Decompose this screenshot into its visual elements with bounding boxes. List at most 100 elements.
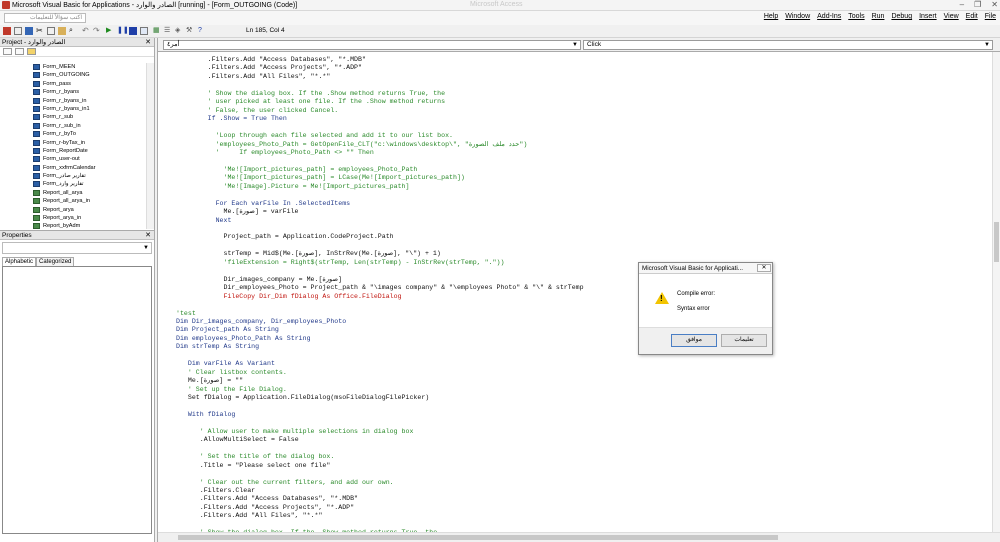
menu-edit[interactable]: Edit [966, 13, 978, 20]
menu-tools[interactable]: Tools [848, 13, 864, 20]
menu-add-ins[interactable]: Add-Ins [817, 13, 841, 20]
tree-item[interactable]: Form_r_sub [0, 113, 147, 121]
tab-alphabetic[interactable]: Alphabetic [2, 257, 37, 266]
insert-module-icon[interactable] [14, 27, 22, 35]
redo-icon[interactable]: ↷ [93, 27, 101, 35]
find-icon[interactable]: ⌕ [69, 27, 77, 35]
tree-item-label: Form_r_byTo [43, 131, 76, 138]
menu-window[interactable]: Window [785, 13, 810, 20]
tab-categorized[interactable]: Categorized [36, 257, 75, 266]
undo-icon[interactable]: ↶ [82, 27, 90, 35]
tree-item[interactable]: Report_all_arya [0, 189, 147, 197]
menu-insert[interactable]: Insert [919, 13, 937, 20]
tree-item[interactable]: Form_تقارير صادر [0, 172, 147, 180]
copy-icon[interactable] [47, 27, 55, 35]
vba-app-icon [2, 1, 10, 9]
code-line: 'Me![Image].Picture = Me![Import_picture… [176, 182, 410, 190]
tree-item[interactable]: Report_byAdm [0, 222, 147, 229]
tree-item[interactable]: Form_r-byTax_in [0, 139, 147, 147]
tree-item[interactable]: Form_OUTGOING [0, 71, 147, 79]
menu-help[interactable]: Help [764, 13, 778, 20]
form-icon [33, 156, 40, 163]
tree-item-label: Form_OUTGOING [43, 72, 90, 79]
project-explorer-icon[interactable]: ▦ [153, 27, 161, 35]
form-icon [33, 89, 40, 96]
toggle-folders-button[interactable] [27, 48, 36, 55]
scrollbar-thumb[interactable] [178, 535, 778, 540]
maximize-button[interactable]: ❐ [974, 0, 981, 9]
close-icon[interactable]: ✕ [145, 231, 151, 240]
tree-item[interactable]: Form_pass [0, 80, 147, 88]
object-selector[interactable]: ▼ [2, 242, 152, 254]
cut-icon[interactable]: ✂ [36, 27, 44, 35]
properties-window-icon[interactable]: ☰ [164, 27, 172, 35]
view-access-icon[interactable] [3, 27, 11, 35]
close-button[interactable]: ✕ [991, 0, 998, 9]
run-icon[interactable]: ▶ [106, 27, 114, 35]
form-icon [33, 131, 40, 138]
properties-window: Properties ✕ ▼ Alphabetic Categorized [0, 230, 155, 542]
ok-button[interactable]: موافق [671, 334, 717, 347]
code-line: Me.[صورة] = varFile [176, 208, 299, 216]
tree-item[interactable]: Form_r_byans_in [0, 97, 147, 105]
menu-run[interactable]: Run [872, 13, 885, 20]
properties-list[interactable] [2, 266, 152, 534]
object-combo[interactable]: أمر٤ ▼ [163, 40, 581, 50]
code-line: Me.[صورة] = "" [176, 377, 244, 385]
code-line: ' Clear listbox contents. [176, 368, 287, 376]
reset-icon[interactable] [129, 27, 137, 35]
view-object-button[interactable] [15, 48, 24, 55]
save-icon[interactable] [25, 27, 33, 35]
code-vertical-scrollbar[interactable] [992, 52, 1000, 532]
view-code-button[interactable] [3, 48, 12, 55]
tree-item[interactable]: Form_r_byans_in1 [0, 105, 147, 113]
tree-item[interactable]: Form_MEEN [0, 63, 147, 71]
code-line: ' False, the user clicked Cancel. [176, 106, 339, 114]
help-icon[interactable]: ? [198, 27, 206, 35]
menu-file[interactable]: File [985, 13, 996, 20]
tree-item[interactable]: Form_xxfrmCalendar [0, 164, 147, 172]
dialog-close-button[interactable]: ✕ [757, 264, 771, 272]
tree-item[interactable]: Form_user-out [0, 155, 147, 163]
code-line: 'Me![Import_pictures_path] = LCase(Me![I… [176, 174, 465, 182]
code-line: Dim strTemp As String [176, 343, 260, 351]
tree-item[interactable]: Form_r_byTo [0, 130, 147, 138]
window-title: Microsoft Visual Basic for Applications … [12, 2, 298, 9]
tree-item[interactable]: Form_r_sub_in [0, 122, 147, 130]
code-line: 'employees_Photo_Path = GetOpenFile_CLT(… [176, 140, 528, 148]
code-line: .Filters.Add "All Files", "*.*" [176, 72, 331, 80]
close-icon[interactable]: ✕ [145, 38, 151, 47]
tree-item-label: Form_r_sub_in [43, 122, 81, 129]
help-button[interactable]: تعليمات [721, 334, 767, 347]
code-line: ' user picked at least one file. If the … [176, 98, 446, 106]
menu-debug[interactable]: Debug [891, 13, 912, 20]
error-detail: Syntax error [677, 306, 710, 312]
tree-item[interactable]: Form_تقارير وارد [0, 180, 147, 188]
toolbox-icon[interactable]: ⚒ [186, 27, 194, 35]
procedure-combo[interactable]: Click ▼ [583, 40, 993, 50]
scrollbar-thumb[interactable] [994, 222, 999, 262]
code-horizontal-scrollbar[interactable] [158, 532, 1000, 542]
dialog-body: ! Compile error: Syntax error [639, 274, 772, 327]
code-editor[interactable]: .Filters.Add "Access Databases", "*.MDB"… [158, 52, 993, 532]
compile-error-dialog: Microsoft Visual Basic for Applicati... … [638, 262, 773, 355]
menu-view[interactable]: View [944, 13, 959, 20]
tree-item[interactable]: Report_arya [0, 206, 147, 214]
form-icon [33, 72, 40, 79]
code-line: Dir_employees_Photo = Project_path & "\i… [176, 284, 584, 292]
code-line: Dim Dir_images_company, Dir_employees_Ph… [176, 317, 347, 325]
tree-item[interactable]: Form_r_byans [0, 88, 147, 96]
minimize-button[interactable]: – [960, 0, 964, 9]
ask-question-input[interactable]: اكتب سؤالاً للتعليمات [4, 13, 86, 23]
break-icon[interactable]: ❚❚ [117, 27, 129, 35]
code-line: .AllowMultiSelect = False [176, 436, 299, 444]
design-mode-icon[interactable] [140, 27, 148, 35]
project-tree-scrollbar[interactable] [146, 63, 154, 229]
tree-item-label: Form_r-byTax_in [43, 139, 85, 146]
tree-item[interactable]: Report_all_arya_in [0, 197, 147, 205]
paste-icon[interactable] [58, 27, 66, 35]
tree-item[interactable]: Report_arya_in [0, 214, 147, 222]
form-icon [33, 64, 40, 70]
object-browser-icon[interactable]: ◈ [175, 27, 183, 35]
tree-item[interactable]: Form_ReportDate [0, 147, 147, 155]
